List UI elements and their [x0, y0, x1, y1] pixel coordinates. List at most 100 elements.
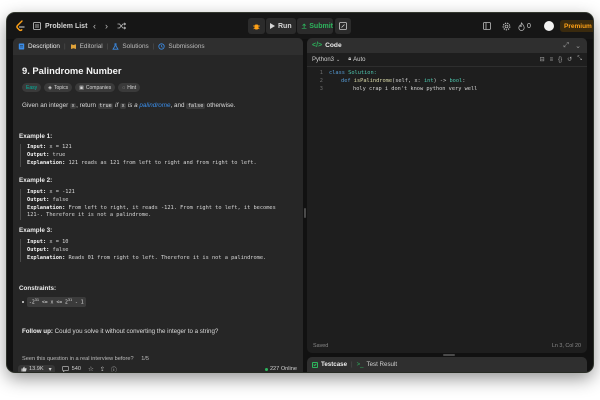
flame-icon	[518, 21, 525, 31]
code-title: Code	[325, 42, 342, 49]
tab-solutions-label: Solutions	[122, 43, 149, 50]
explanation-value: 121 reads as 121 from left to right and …	[68, 159, 257, 166]
list-icon	[32, 21, 42, 31]
constraint-part: <= x <= 2	[39, 300, 68, 306]
star-button[interactable]: ☆	[88, 365, 94, 372]
debug-button[interactable]	[248, 18, 265, 34]
hint-chip[interactable]: ◌ Hint	[118, 83, 141, 92]
terminal-icon: >_	[356, 361, 364, 368]
random-problem-button[interactable]	[117, 13, 126, 39]
dislike-icon[interactable]: ▾	[49, 366, 52, 373]
prev-problem-button[interactable]: ‹	[93, 13, 96, 39]
cursor-position: Ln 3, Col 20	[551, 343, 581, 349]
output-label: Output:	[27, 196, 50, 203]
input-label: Input:	[27, 189, 47, 195]
example-explanation: Explanation: 121 reads as 121 from left …	[27, 160, 298, 168]
share-button[interactable]: ⇪	[100, 366, 105, 373]
panel-splitter[interactable]	[304, 208, 306, 218]
tab-testcase[interactable]: Testcase	[312, 361, 347, 368]
tag-icon: ◈	[48, 84, 52, 91]
example-explanation: Explanation: Reads 01 from right to left…	[27, 255, 298, 263]
save-status: Saved	[313, 343, 329, 349]
example-heading: Example 3:	[19, 227, 53, 234]
document-icon	[18, 43, 25, 50]
constraints-heading: Constraints:	[19, 285, 57, 292]
code-line: class Solution:	[329, 70, 377, 76]
submit-label: Submit	[309, 22, 333, 30]
collapse-icon[interactable]: ⌄	[575, 42, 581, 50]
language-label: Python3	[312, 56, 335, 63]
shuffle-icon	[117, 22, 126, 30]
premium-button[interactable]: Premium	[560, 20, 593, 32]
comments-button[interactable]: 540	[61, 366, 81, 372]
like-button[interactable]: 13.9K ▾	[18, 364, 55, 373]
tab-submissions[interactable]: Submissions	[158, 43, 205, 50]
example-output: Output: false	[27, 197, 298, 205]
mode-toggle[interactable]: 🔒︎ Auto	[348, 56, 365, 63]
output-label: Output:	[27, 246, 50, 253]
example-input: Input: x = 10	[27, 239, 298, 247]
horizontal-splitter[interactable]	[443, 354, 455, 356]
inline-code: true	[97, 103, 114, 109]
play-icon	[270, 23, 275, 29]
output-value: true	[52, 151, 66, 158]
maximize-icon[interactable]: ⤢	[564, 42, 570, 50]
bookmark-icon[interactable]: ⊟	[540, 56, 545, 63]
braces-icon[interactable]: {}	[558, 57, 562, 63]
run-label: Run	[278, 22, 292, 30]
settings-button[interactable]	[502, 13, 511, 39]
output-label: Output:	[27, 151, 50, 158]
follow-up: Follow up: Could you solve it without co…	[22, 328, 218, 335]
class-name: Solution:	[344, 70, 377, 76]
input-value: x = 10	[49, 239, 69, 245]
tab-description[interactable]: Description	[18, 43, 60, 50]
streak-counter[interactable]: 0	[518, 13, 531, 39]
constraint-part: - 1	[72, 300, 84, 306]
submit-button[interactable]: Submit	[297, 18, 333, 34]
testcase-panel: Testcase | >_ Test Result	[307, 357, 587, 372]
comment-icon	[61, 366, 69, 372]
companies-chip[interactable]: ▣ Companies	[75, 83, 116, 92]
fullscreen-icon[interactable]: ⤡	[577, 56, 582, 63]
code-text: ) ->	[433, 78, 450, 84]
example-block: Input: x = 10 Output: false Explanation:…	[20, 239, 298, 263]
problem-list-button[interactable]: Problem List	[32, 13, 87, 39]
lightbulb-icon: ◌	[122, 84, 126, 91]
output-value: false	[52, 196, 69, 203]
reset-icon[interactable]: ↺	[567, 56, 572, 63]
next-problem-button[interactable]: ›	[105, 13, 108, 39]
layout-icon	[483, 22, 491, 30]
bug-icon	[248, 18, 265, 34]
upload-icon	[301, 23, 307, 29]
description-footer: 13.9K ▾ 540 ☆ ⇪ ⓘ 227 Online	[13, 362, 303, 372]
language-select[interactable]: Python3 ⌄	[312, 57, 340, 63]
info-button[interactable]: ⓘ	[111, 365, 117, 373]
code-editor[interactable]: 1 2 3 class Solution: def isPalindrome(s…	[307, 70, 587, 335]
format-icon[interactable]: ≡	[550, 57, 554, 63]
share-icon: ⇪	[99, 366, 105, 373]
topics-chip[interactable]: ◈ Topics	[44, 83, 73, 92]
tab-editorial[interactable]: Editorial	[70, 43, 103, 50]
logo[interactable]	[15, 13, 26, 39]
tab-test-result[interactable]: >_ Test Result	[357, 361, 397, 368]
statement-text: otherwise.	[204, 102, 236, 109]
avatar[interactable]	[544, 13, 554, 39]
notes-button[interactable]	[335, 18, 351, 34]
explanation-value: Reads 01 from right to left. Therefore i…	[68, 254, 267, 261]
statement-text: , and	[170, 102, 187, 109]
palindrome-link[interactable]: palindrome	[139, 102, 170, 109]
chevron-left-icon: ‹	[93, 21, 96, 31]
star-icon: ☆	[87, 366, 94, 372]
constraint-item: -231 <= x <= 231 - 1	[22, 297, 86, 307]
layout-button[interactable]	[483, 13, 491, 39]
tab-solutions[interactable]: Solutions	[112, 43, 149, 50]
example-explanation-cont: 121-. Therefore it is not a palindrome.	[27, 212, 152, 219]
gear-icon	[502, 22, 511, 30]
run-button[interactable]: Run	[266, 18, 296, 34]
constraint-code: -231 <= x <= 231 - 1	[27, 297, 86, 307]
tab-divider: |	[152, 43, 155, 50]
lock-icon: ▣	[79, 84, 84, 91]
line-number: 1	[319, 70, 323, 76]
example-block: Input: x = 121 Output: true Explanation:…	[20, 144, 298, 168]
line-number: 2	[319, 78, 323, 84]
